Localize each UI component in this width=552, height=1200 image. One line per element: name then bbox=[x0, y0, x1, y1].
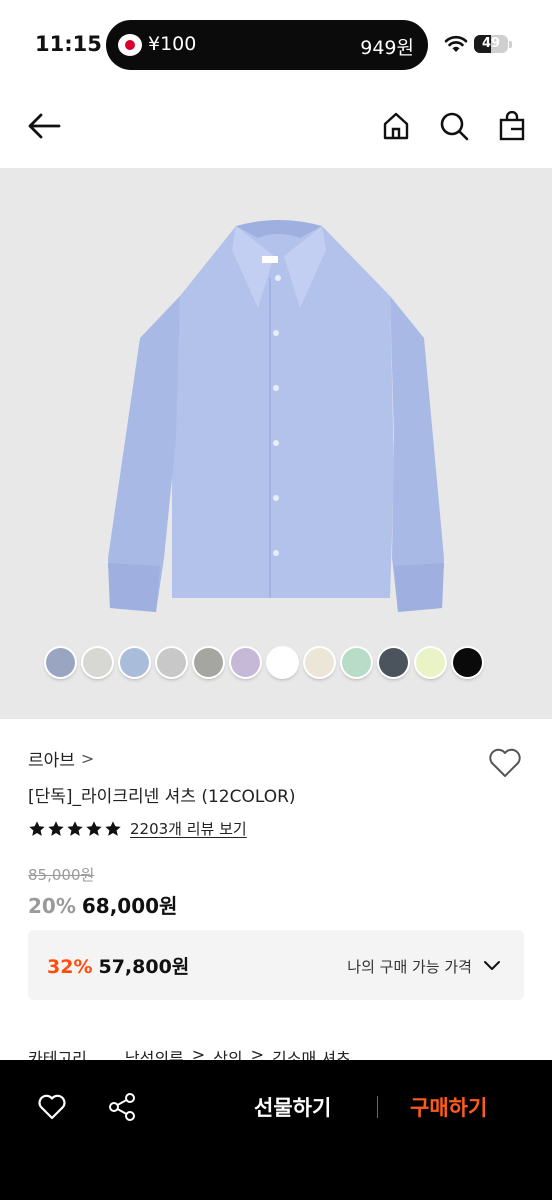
heart-icon bbox=[38, 1094, 66, 1120]
share-icon bbox=[109, 1093, 135, 1121]
color-swatch[interactable] bbox=[305, 648, 334, 677]
like-button[interactable] bbox=[486, 744, 524, 782]
color-swatch[interactable] bbox=[453, 648, 482, 677]
home-icon bbox=[383, 112, 409, 140]
star-icon bbox=[86, 820, 102, 836]
color-swatch[interactable] bbox=[379, 648, 408, 677]
price-row: 20% 68,000원 bbox=[28, 890, 177, 919]
home-button[interactable] bbox=[378, 108, 414, 144]
original-price: 85,000원 bbox=[28, 866, 95, 884]
shopping-bag-icon bbox=[499, 111, 525, 141]
color-swatch[interactable] bbox=[416, 648, 445, 677]
wifi-icon bbox=[444, 35, 468, 52]
currency-left: ¥100 bbox=[148, 33, 197, 55]
my-price-dropdown[interactable]: 32% 57,800원 나의 구매 가능 가격 bbox=[28, 930, 524, 1000]
cart-button[interactable] bbox=[494, 108, 530, 144]
star-icon bbox=[48, 820, 64, 836]
star-icon bbox=[29, 820, 45, 836]
dynamic-island[interactable]: ¥100 949원 bbox=[106, 20, 428, 70]
gift-button[interactable]: 선물하기 bbox=[254, 1092, 331, 1122]
product-image[interactable] bbox=[0, 168, 552, 719]
japan-flag-icon bbox=[118, 34, 142, 56]
color-swatch[interactable] bbox=[120, 648, 149, 677]
color-swatch[interactable] bbox=[83, 648, 112, 677]
color-swatch[interactable] bbox=[46, 648, 75, 677]
search-button[interactable] bbox=[436, 108, 472, 144]
buy-button[interactable]: 구매하기 bbox=[410, 1092, 487, 1122]
status-time: 11:15 bbox=[35, 32, 102, 56]
my-discount-rate: 32% bbox=[47, 956, 93, 978]
color-swatch[interactable] bbox=[231, 648, 260, 677]
back-arrow-icon bbox=[28, 113, 61, 139]
top-nav bbox=[0, 96, 552, 158]
bottom-action-bar: 선물하기 구매하기 bbox=[0, 1060, 552, 1200]
discount-rate: 20% bbox=[28, 894, 76, 918]
sale-price: 68,000원 bbox=[81, 894, 178, 918]
chevron-down-icon bbox=[484, 961, 500, 970]
color-swatch[interactable] bbox=[194, 648, 223, 677]
divider bbox=[377, 1096, 378, 1118]
battery-icon: 49 bbox=[474, 35, 508, 53]
shirt-image bbox=[108, 220, 444, 612]
color-swatch[interactable] bbox=[157, 648, 186, 677]
chevron-right-icon: > bbox=[80, 749, 95, 768]
my-price: 57,800원 bbox=[98, 956, 190, 978]
star-rating bbox=[28, 820, 122, 838]
wishlist-button[interactable] bbox=[35, 1090, 69, 1124]
rating-row: 2203개 리뷰 보기 bbox=[28, 818, 247, 839]
my-price-label: 나의 구매 가능 가격 bbox=[347, 958, 472, 976]
color-swatch[interactable] bbox=[268, 648, 297, 677]
currency-right: 949원 bbox=[360, 37, 414, 59]
color-swatch[interactable] bbox=[342, 648, 371, 677]
brand-link[interactable]: 르아브 > bbox=[28, 746, 94, 771]
share-button[interactable] bbox=[105, 1090, 139, 1124]
product-title: [단독]_라이크리넨 셔츠 (12COLOR) bbox=[28, 787, 296, 807]
star-icon bbox=[105, 820, 121, 836]
star-icon bbox=[67, 820, 83, 836]
status-bar: 11:15 ¥100 949원 49 bbox=[0, 0, 552, 90]
battery-cap bbox=[509, 41, 512, 48]
heart-icon bbox=[489, 748, 521, 777]
search-icon bbox=[440, 112, 469, 141]
review-link[interactable]: 2203개 리뷰 보기 bbox=[130, 818, 247, 839]
battery-percent: 49 bbox=[481, 36, 501, 51]
brand-name: 르아브 bbox=[28, 751, 75, 771]
color-swatches bbox=[46, 648, 482, 677]
back-button[interactable] bbox=[26, 108, 62, 144]
